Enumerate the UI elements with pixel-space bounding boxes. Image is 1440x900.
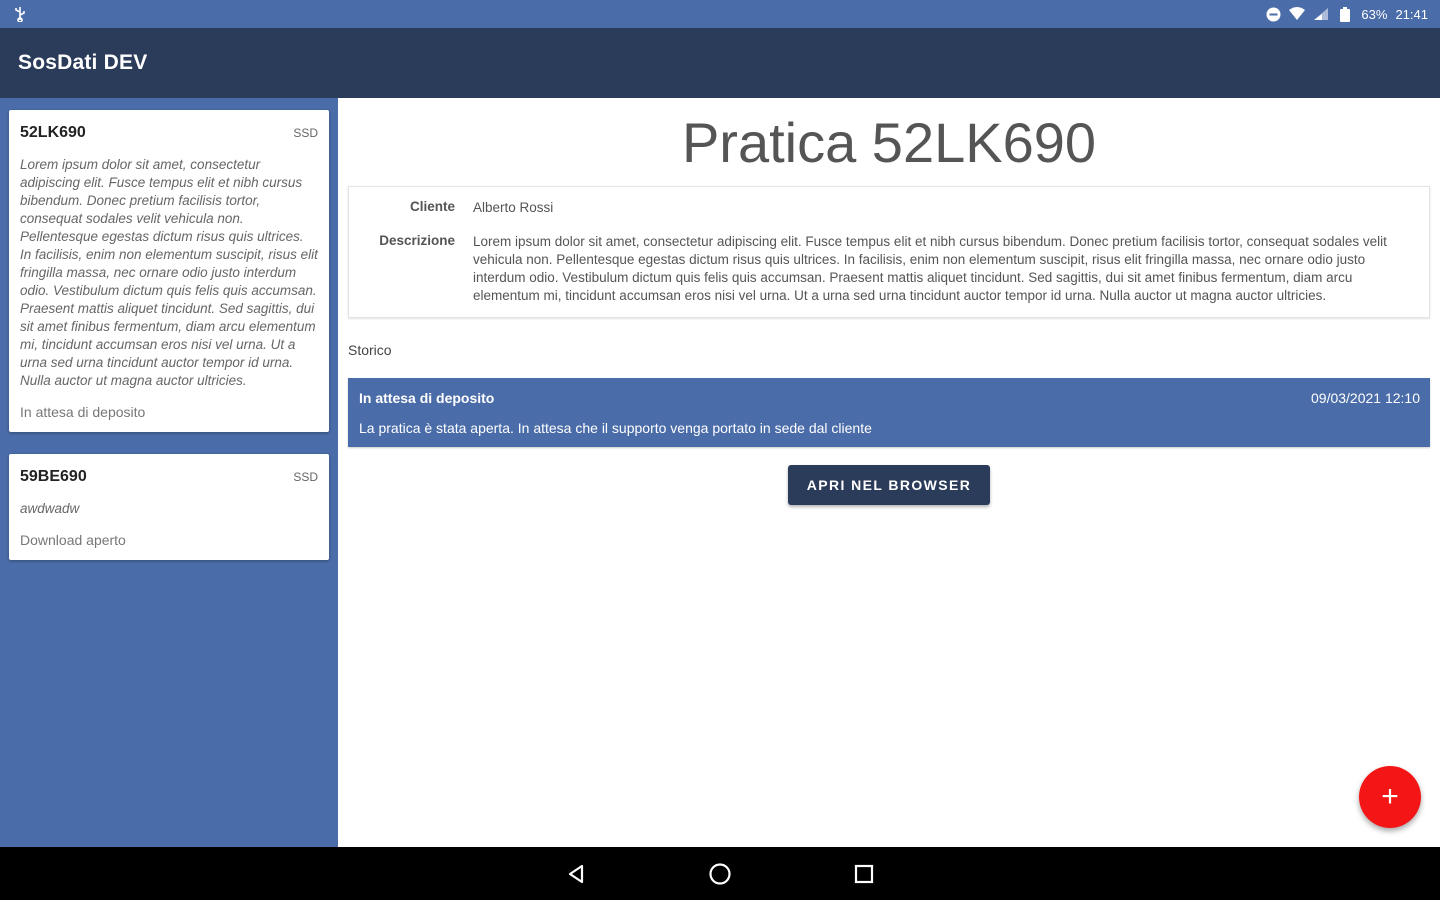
wifi-icon bbox=[1289, 6, 1306, 22]
app-title: SosDati DEV bbox=[18, 51, 148, 74]
clock: 21:41 bbox=[1395, 6, 1428, 22]
back-button[interactable] bbox=[559, 857, 593, 891]
card-status: Download aperto bbox=[20, 532, 126, 548]
main-content: Pratica 52LK690 Cliente Alberto Rossi De… bbox=[338, 98, 1440, 847]
history-section-label: Storico bbox=[348, 342, 392, 358]
description-label: Descrizione bbox=[379, 233, 455, 248]
client-value: Alberto Rossi bbox=[473, 200, 554, 215]
card-description: Lorem ipsum dolor sit amet, consectetur … bbox=[20, 157, 318, 388]
usb-icon bbox=[12, 6, 28, 22]
sidebar: 52LK690 SSD Lorem ipsum dolor sit amet, … bbox=[0, 98, 338, 847]
page-title: Pratica 52LK690 bbox=[681, 111, 1097, 174]
recents-button[interactable] bbox=[847, 857, 881, 891]
details-panel: Cliente Alberto Rossi Descrizione Lorem … bbox=[348, 186, 1430, 318]
history-date: 09/03/2021 12:10 bbox=[1311, 390, 1420, 406]
card-code: 59BE690 bbox=[20, 468, 87, 485]
card-tag: SSD bbox=[293, 470, 318, 484]
history-item[interactable]: In attesa di deposito 09/03/2021 12:10 L… bbox=[348, 378, 1430, 447]
history-title: In attesa di deposito bbox=[359, 390, 495, 406]
home-icon bbox=[709, 862, 731, 885]
client-label: Cliente bbox=[409, 199, 455, 214]
navigation-bar bbox=[0, 847, 1440, 900]
back-icon bbox=[568, 864, 584, 883]
card-tag: SSD bbox=[293, 126, 318, 140]
detail-row-description: Descrizione Lorem ipsum dolor sit amet, … bbox=[367, 233, 1411, 305]
card-code: 52LK690 bbox=[20, 124, 86, 141]
history-text: La pratica è stata aperta. In attesa che… bbox=[359, 420, 872, 436]
open-in-browser-button[interactable]: APRI NEL BROWSER bbox=[788, 465, 990, 505]
home-button[interactable] bbox=[703, 857, 737, 891]
pratica-card[interactable]: 59BE690 SSD awdwadw Download aperto bbox=[9, 454, 329, 560]
detail-row-client: Cliente Alberto Rossi bbox=[367, 199, 1411, 217]
description-value: Lorem ipsum dolor sit amet, consectetur … bbox=[473, 234, 1387, 303]
battery-percent: 63% bbox=[1361, 6, 1388, 22]
recents-icon bbox=[854, 864, 874, 883]
battery-icon bbox=[1337, 6, 1353, 22]
plus-icon: + bbox=[1381, 780, 1399, 813]
signal-icon bbox=[1313, 6, 1329, 22]
status-bar: 63% 21:41 bbox=[0, 0, 1440, 28]
add-fab-button[interactable]: + bbox=[1359, 766, 1421, 828]
card-description: awdwadw bbox=[20, 501, 80, 516]
pratica-card[interactable]: 52LK690 SSD Lorem ipsum dolor sit amet, … bbox=[9, 110, 329, 432]
card-status: In attesa di deposito bbox=[20, 404, 146, 420]
do-not-disturb-icon bbox=[1265, 6, 1281, 22]
app-bar: SosDati DEV bbox=[0, 28, 1440, 98]
